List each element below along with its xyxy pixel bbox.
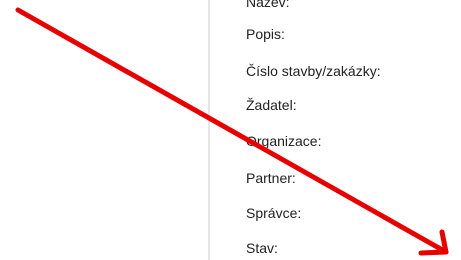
field-label-popis: Popis: <box>246 26 285 42</box>
left-panel <box>0 0 208 260</box>
field-label-spravce: Správce: <box>246 205 302 221</box>
field-label-nazev: Název: <box>246 0 290 10</box>
field-label-stav: Stav: <box>246 240 278 256</box>
field-label-zadatel: Žadatel: <box>246 97 297 113</box>
field-label-partner: Partner: <box>246 170 296 186</box>
field-label-organizace: Organizace: <box>246 133 322 149</box>
detail-form: Název: Popis: Číslo stavby/zakázky: Žada… <box>210 0 461 260</box>
field-label-cislo-stavby: Číslo stavby/zakázky: <box>246 63 381 79</box>
page: Název: Popis: Číslo stavby/zakázky: Žada… <box>0 0 461 260</box>
